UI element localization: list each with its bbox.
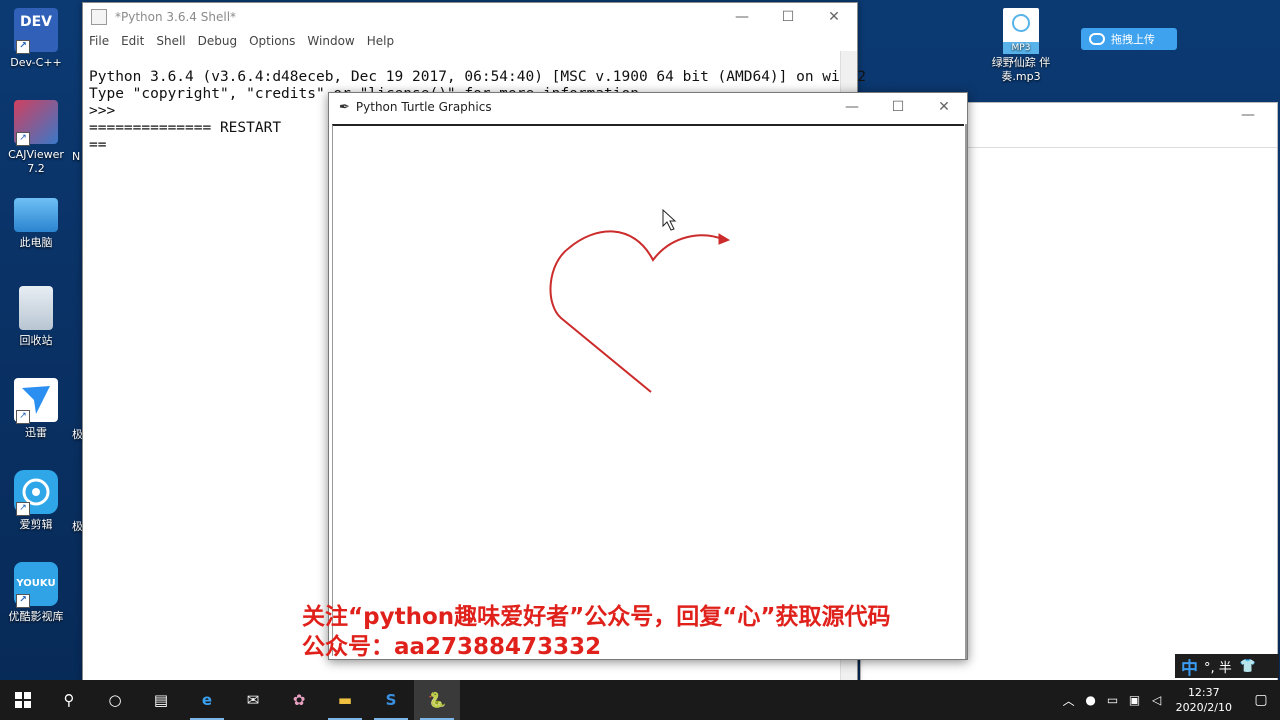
recycle-bin-icon: [19, 286, 53, 330]
clock-time: 12:37: [1187, 686, 1220, 699]
cajviewer-icon: ↗: [14, 100, 58, 146]
upload-label: 拖拽上传: [1111, 33, 1155, 46]
maximize-button[interactable]: ☐: [875, 99, 921, 115]
desktop-icon-label: 此电脑: [19, 236, 53, 249]
sogou-icon: S: [385, 691, 397, 709]
task-view-button[interactable]: ▤: [138, 680, 184, 720]
system-tray: ︿ ● ▭ ▣ ◁ 12:37 2020/2/10 ▢: [1058, 685, 1280, 715]
desktop-icon-label: Dev-C++: [10, 56, 62, 69]
desktop-icon-label: 爱剪辑: [19, 518, 53, 531]
windows-logo-icon: [15, 692, 31, 708]
notification-icon[interactable]: ▢: [1242, 692, 1280, 708]
shell-title: *Python 3.6.4 Shell*: [115, 10, 237, 24]
mail-icon: ✉: [246, 691, 260, 709]
desktop-icon-label: 回收站: [19, 334, 53, 347]
turtle-canvas[interactable]: [332, 124, 964, 656]
desktop-icon-label: 优酷影视库: [8, 610, 64, 623]
turtle-graphics-window[interactable]: ✒ Python Turtle Graphics — ☐ ✕: [328, 92, 968, 660]
skin-icon[interactable]: 👕: [1240, 659, 1256, 674]
start-button[interactable]: [0, 680, 46, 720]
promo-caption: 关注“python趣味爱好者”公众号，回复“心”获取源代码 公众号：aa2738…: [302, 602, 890, 662]
turtle-cursor-arrow: [718, 233, 731, 245]
idle-icon: [91, 9, 107, 25]
volume-icon[interactable]: ◁: [1146, 693, 1168, 707]
minimize-button[interactable]: —: [1241, 107, 1255, 123]
desktop-icon-devcpp[interactable]: DEV ↗ Dev-C++: [0, 8, 74, 70]
audio-file-icon: MP3: [1003, 8, 1039, 54]
search-button[interactable]: ⚲: [46, 680, 92, 720]
python-icon: 🐍: [427, 691, 447, 709]
computer-icon: [14, 198, 58, 232]
menu-file[interactable]: File: [89, 34, 109, 48]
caption-line-2: 公众号：aa27388473332: [302, 634, 602, 660]
caption-line-1: 关注“python趣味爱好者”公众号，回复“心”获取源代码: [302, 604, 891, 630]
edge-icon: e: [201, 691, 213, 709]
menu-edit[interactable]: Edit: [121, 34, 144, 48]
drag-upload-button[interactable]: 拖拽上传: [1081, 28, 1177, 50]
shell-line: Python 3.6.4 (v3.6.4:d48eceb, Dec 19 201…: [89, 69, 866, 85]
shell-menubar: File Edit Shell Debug Options Window Hel…: [83, 31, 857, 51]
ime-punct[interactable]: °, 半: [1204, 657, 1232, 676]
desktop-icon-xunlei[interactable]: ↗ 迅雷: [0, 378, 74, 440]
chevron-up-icon[interactable]: ︿: [1058, 692, 1080, 709]
ime-mode-toggle[interactable]: 中: [1181, 654, 1198, 679]
feather-icon: ✒: [339, 99, 350, 115]
desktop-icon-label: 迅雷: [25, 426, 47, 439]
youku-icon: YOUKU ↗: [14, 562, 58, 608]
desktop-icon-cajviewer[interactable]: ↗ CAJViewer 7.2: [0, 100, 74, 176]
shell-titlebar[interactable]: *Python 3.6.4 Shell* — ☐ ✕: [83, 3, 857, 31]
cloud-icon: [1089, 33, 1105, 45]
canvas-edge: [965, 124, 967, 659]
task-view-icon: ▤: [153, 691, 169, 709]
maximize-button[interactable]: ☐: [765, 9, 811, 25]
file-explorer-icon: ▬: [337, 691, 353, 709]
cortana-icon: ○: [108, 691, 122, 709]
close-button[interactable]: ✕: [921, 99, 967, 115]
menu-options[interactable]: Options: [249, 34, 295, 48]
paint-icon: ✿: [292, 691, 306, 709]
desktop-icon-youku[interactable]: YOUKU ↗ 优酷影视库: [0, 562, 74, 624]
search-icon: ⚲: [63, 691, 75, 709]
menu-window[interactable]: Window: [307, 34, 354, 48]
clock[interactable]: 12:37 2020/2/10: [1176, 685, 1232, 715]
turtle-title: Python Turtle Graphics: [355, 100, 492, 114]
devcpp-icon: DEV ↗: [14, 8, 58, 54]
network-icon[interactable]: ▣: [1124, 693, 1146, 707]
aijianji-icon: ↗: [14, 470, 58, 516]
ime-toolbar[interactable]: 中 °, 半 👕: [1175, 654, 1279, 679]
desktop-icon-label: CAJViewer 7.2: [8, 148, 64, 175]
taskbar-paint[interactable]: ✿: [276, 680, 322, 720]
turtle-titlebar[interactable]: ✒ Python Turtle Graphics — ☐ ✕: [329, 93, 967, 121]
minimize-button[interactable]: —: [829, 99, 875, 115]
taskbar-mail[interactable]: ✉: [230, 680, 276, 720]
taskbar: ⚲ ○ ▤ e ✉ ✿ ▬ S 🐍 ︿ ● ▭ ▣ ◁ 12:37 2020/2…: [0, 680, 1280, 720]
desktop-icon-recycle-bin[interactable]: 回收站: [0, 286, 74, 348]
battery-icon[interactable]: ▭: [1102, 693, 1124, 707]
desktop-icon-mp3-file[interactable]: MP3 绿野仙踪 伴奏.mp3: [988, 8, 1054, 84]
qq-icon[interactable]: ●: [1080, 693, 1102, 707]
clock-date: 2020/2/10: [1175, 701, 1232, 714]
cortana-button[interactable]: ○: [92, 680, 138, 720]
taskbar-python[interactable]: 🐍: [414, 680, 460, 720]
taskbar-sogou[interactable]: S: [368, 680, 414, 720]
mouse-pointer-icon: [662, 208, 677, 231]
desktop-icon-this-pc[interactable]: 此电脑: [0, 194, 74, 250]
menu-debug[interactable]: Debug: [198, 34, 237, 48]
taskbar-edge[interactable]: e: [184, 680, 230, 720]
minimize-button[interactable]: —: [719, 9, 765, 25]
desktop-icon-label: 绿野仙踪 伴奏.mp3: [991, 56, 1051, 83]
taskbar-file-explorer[interactable]: ▬: [322, 680, 368, 720]
close-button[interactable]: ✕: [811, 9, 857, 25]
turtle-drawing: [549, 208, 731, 393]
desktop-icon-aijianji[interactable]: ↗ 爱剪辑: [0, 470, 74, 532]
menu-shell[interactable]: Shell: [156, 34, 185, 48]
xunlei-icon: ↗: [14, 378, 58, 424]
heart-stroke: [549, 230, 726, 393]
partial-icon-label: N: [72, 150, 81, 163]
menu-help[interactable]: Help: [367, 34, 394, 48]
